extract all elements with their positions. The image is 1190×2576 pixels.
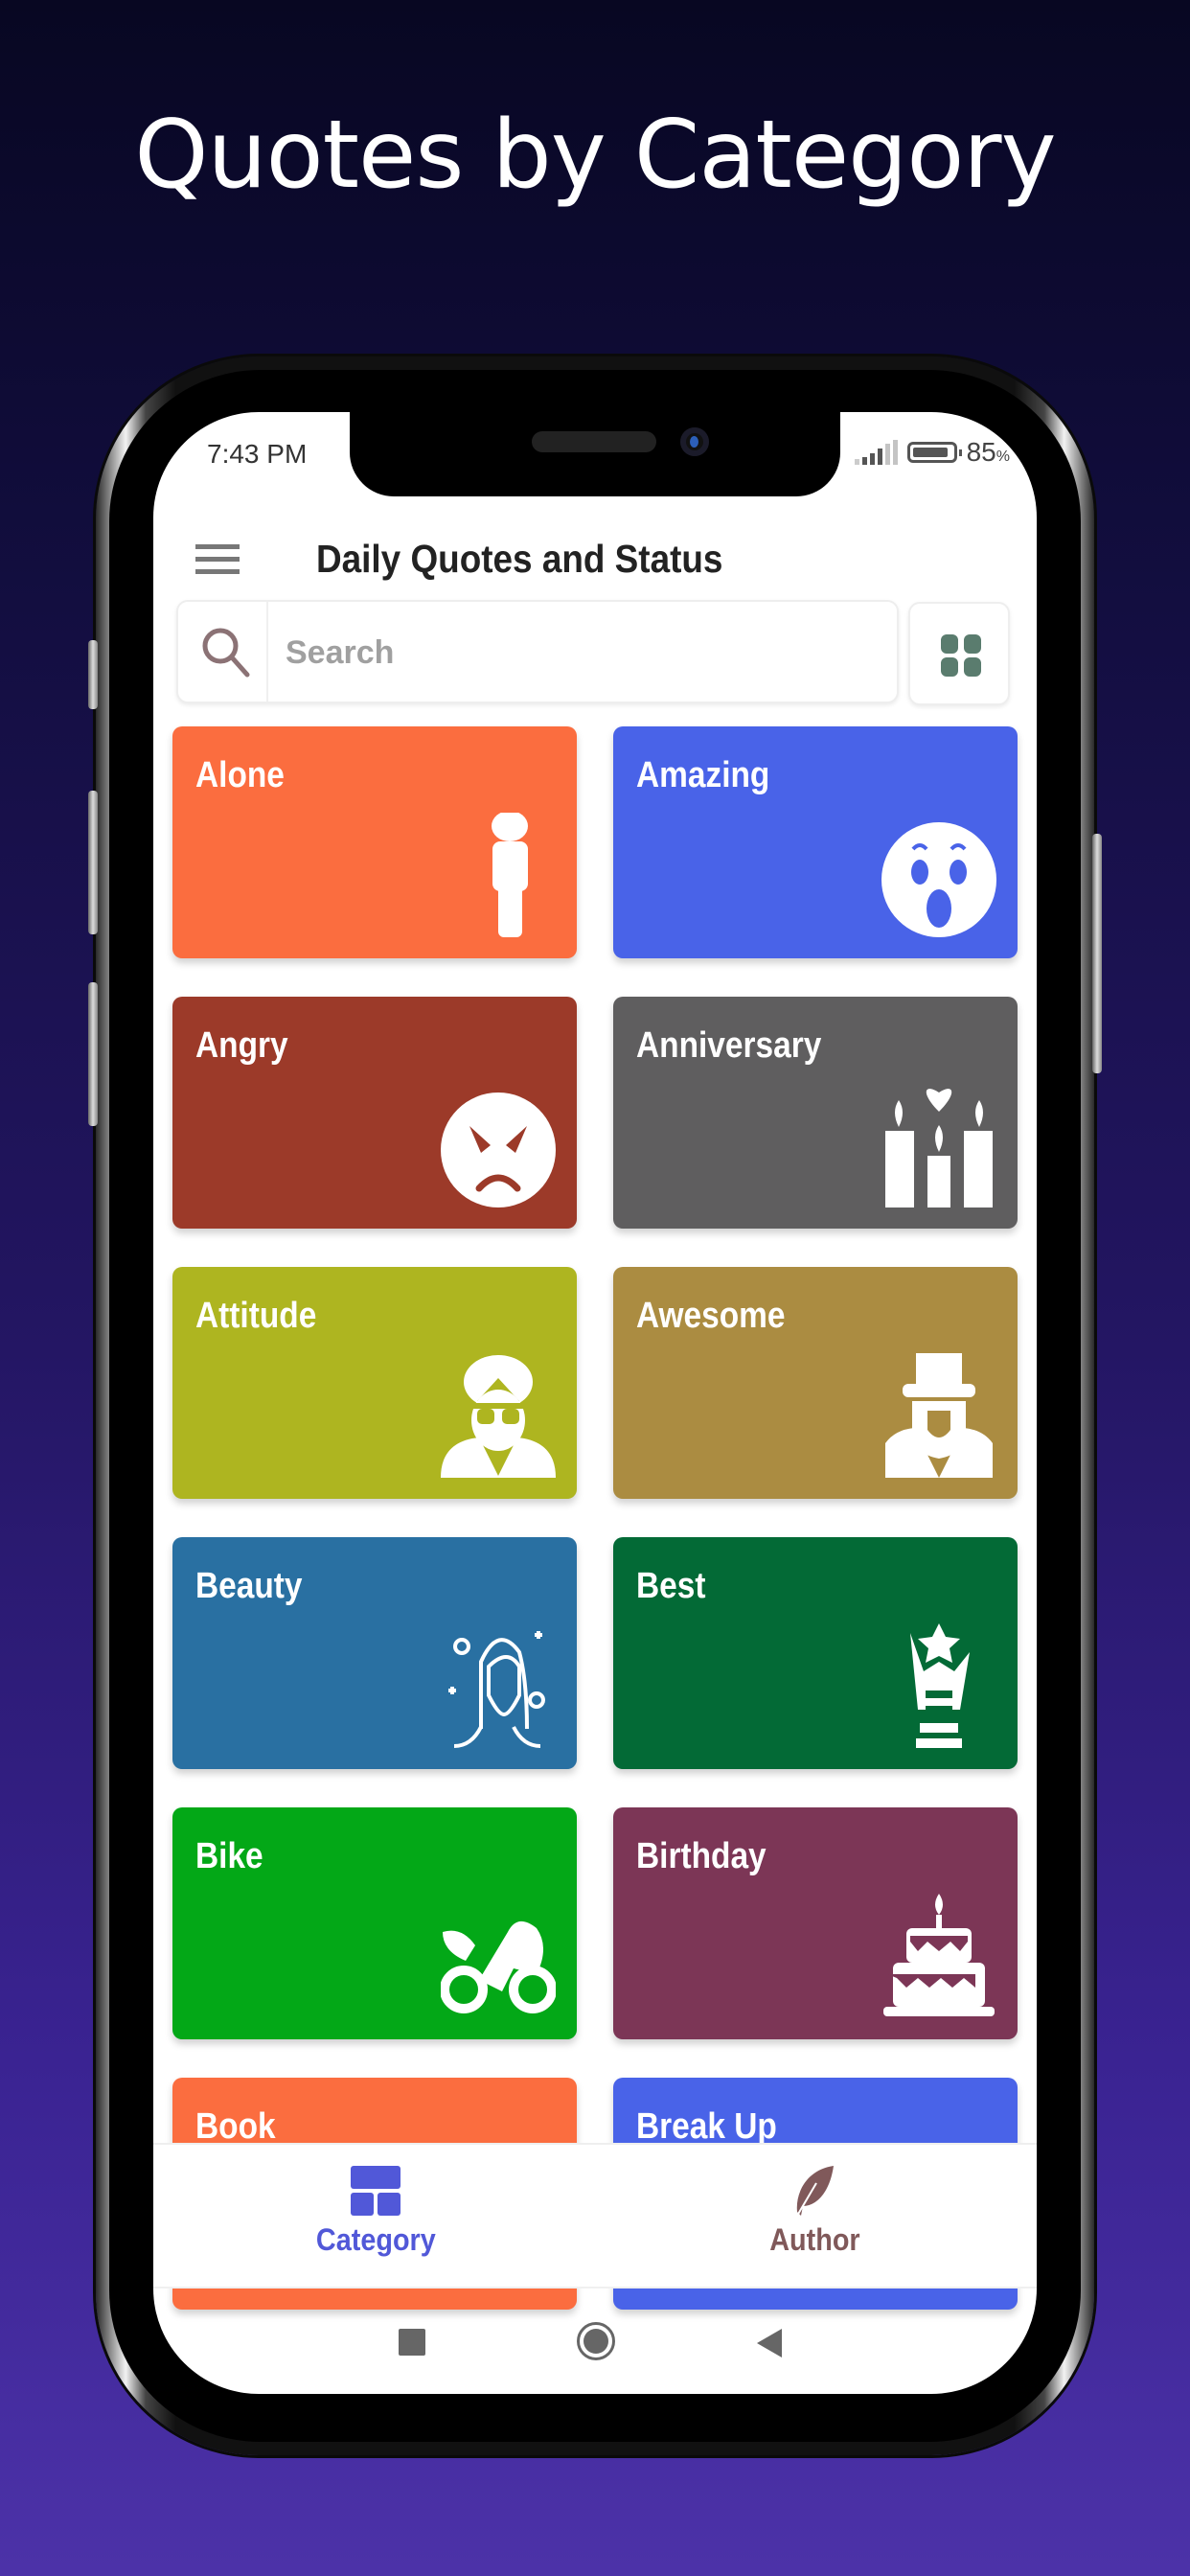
category-label: Break Up [636, 2106, 777, 2147]
phone-screen: 7:43 PM 85% Daily Quotes and Status Alon… [153, 412, 1037, 2394]
status-icons: 85% [854, 437, 1010, 468]
category-label: Best [636, 1566, 706, 1606]
category-card-anniversary[interactable]: Anniversary [613, 997, 1018, 1229]
phone-power-button [1092, 834, 1102, 1073]
trophy-star-icon [910, 1623, 970, 1748]
category-card-beauty[interactable]: Beauty [172, 1537, 577, 1769]
back-icon[interactable] [757, 2329, 782, 2358]
speaker-grille [532, 431, 656, 452]
category-card-angry[interactable]: Angry [172, 997, 577, 1229]
nav-tab-category[interactable]: Category [280, 2164, 471, 2258]
battery-icon [906, 442, 962, 463]
battery-percent: 85 [966, 437, 996, 467]
nav-label-author: Author [768, 2222, 860, 2257]
grid-view-button[interactable] [908, 602, 1010, 705]
category-card-birthday[interactable]: Birthday [613, 1807, 1018, 2039]
person-standing-icon [492, 813, 528, 937]
category-card-amazing[interactable]: Amazing [613, 726, 1018, 958]
candles-heart-icon [885, 1089, 993, 1208]
bottom-navigation: Category Author [153, 2143, 1037, 2288]
nav-label-category: Category [315, 2222, 436, 2257]
category-label: Birthday [636, 1836, 767, 1876]
category-label: Amazing [636, 755, 770, 795]
surprised-face-icon [881, 822, 996, 937]
search-divider [266, 602, 268, 702]
system-navigation-bar [153, 2287, 1037, 2394]
battery-unit: % [995, 448, 1010, 465]
hamburger-menu-icon[interactable] [195, 544, 240, 575]
birthday-cake-icon [883, 1894, 995, 2016]
category-card-awesome[interactable]: Awesome [613, 1267, 1018, 1499]
category-label: Book [195, 2106, 276, 2147]
category-label: Beauty [195, 1566, 303, 1606]
man-top-hat-icon [885, 1353, 993, 1478]
category-card-attitude[interactable]: Attitude [172, 1267, 577, 1499]
search-icon[interactable] [197, 623, 255, 680]
category-label: Awesome [636, 1296, 786, 1336]
category-label: Angry [195, 1025, 288, 1066]
angry-face-icon [441, 1092, 556, 1208]
home-icon[interactable] [577, 2322, 615, 2360]
category-label: Attitude [195, 1296, 317, 1336]
promo-headline: Quotes by Category [134, 101, 1056, 210]
phone-volume-down [88, 982, 98, 1126]
app-title: Daily Quotes and Status [316, 537, 723, 581]
category-label: Anniversary [636, 1025, 822, 1066]
category-grid-icon [351, 2166, 400, 2216]
notch [350, 412, 840, 496]
category-card-bike[interactable]: Bike [172, 1807, 577, 2039]
app-bar: Daily Quotes and Status [153, 508, 1037, 608]
man-glasses-icon [441, 1355, 556, 1478]
phone-side-button [88, 640, 98, 709]
status-time: 7:43 PM [207, 439, 308, 469]
category-label: Alone [195, 755, 285, 795]
nav-tab-author[interactable]: Author [719, 2164, 910, 2258]
category-label: Bike [195, 1836, 263, 1876]
motorcycle-icon [441, 1920, 556, 2013]
search-bar [176, 600, 899, 703]
battery-level: 85% [967, 437, 1010, 468]
search-input[interactable] [284, 623, 862, 682]
recent-apps-icon[interactable] [399, 2329, 425, 2356]
category-card-alone[interactable]: Alone [172, 726, 577, 958]
signal-icon [854, 440, 898, 465]
category-card-best[interactable]: Best [613, 1537, 1018, 1769]
woman-sparkles-icon [448, 1631, 545, 1748]
phone-volume-up [88, 791, 98, 934]
feather-quill-icon [796, 2166, 834, 2217]
front-camera [680, 427, 709, 456]
